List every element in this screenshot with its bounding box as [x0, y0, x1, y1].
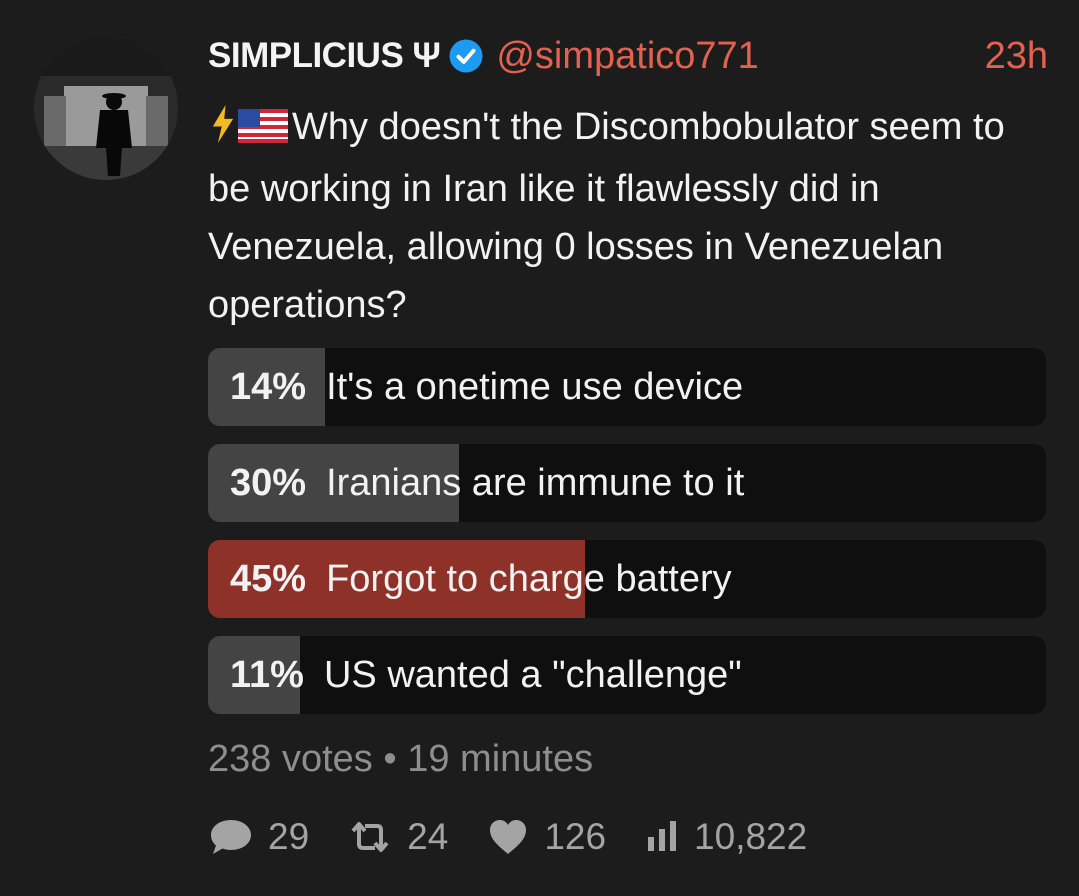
post-timestamp[interactable]: 23h	[985, 35, 1048, 78]
poll-option-label: US wanted a "challenge"	[323, 653, 742, 696]
poll-option-content: 30% Iranians are immune to it	[208, 444, 1046, 522]
poll-option-percent: 45%	[230, 557, 307, 600]
poll-option-percent: 14%	[230, 365, 307, 408]
poll-option[interactable]: 14% It's a onetime use device	[208, 348, 1046, 426]
poll-option-label: It's a onetime use device	[326, 365, 744, 408]
poll-option-content: 14% It's a onetime use device	[208, 348, 1046, 426]
poll-meta: 238 votes • 19 minutes	[208, 738, 593, 781]
poll-option-percent: 30%	[230, 461, 307, 504]
poll-option[interactable]: 11% US wanted a "challenge"	[208, 636, 1046, 714]
avatar-image	[34, 36, 178, 180]
us-flag-emoji-icon	[238, 102, 288, 160]
verified-badge-icon	[448, 38, 484, 74]
poll-time-remaining: 19 minutes	[407, 738, 594, 780]
author-handle[interactable]: @simpatico771	[496, 35, 758, 78]
like-button[interactable]: 126	[486, 816, 606, 858]
comment-icon	[211, 820, 251, 854]
poll-option-percent: 11%	[230, 653, 304, 696]
avatar[interactable]	[34, 36, 178, 180]
poll-option[interactable]: 45% Forgot to charge battery	[208, 540, 1046, 618]
views-button[interactable]: 10,822	[644, 816, 807, 858]
reply-button[interactable]: 29	[208, 816, 309, 858]
repost-icon	[351, 822, 389, 852]
view-count: 10,822	[694, 816, 808, 857]
poll-option-content: 11% US wanted a "challenge"	[208, 636, 1046, 714]
author-name[interactable]: SIMPLICIUS Ψ	[208, 36, 441, 76]
like-count: 126	[544, 816, 607, 857]
poll-votes: 238 votes	[208, 738, 373, 780]
reply-count: 29	[268, 816, 310, 857]
post-header: SIMPLICIUS Ψ @simpatico771 23h	[208, 30, 1048, 82]
poll-option-content: 45% Forgot to charge battery	[208, 540, 1046, 618]
repost-button[interactable]: 24	[347, 816, 448, 858]
post-text: Why doesn't the Discombobulator seem to …	[208, 98, 1028, 334]
poll-option-label: Iranians are immune to it	[326, 461, 745, 504]
post-actions: 29 24 126 10,822	[208, 812, 845, 862]
post-body: Why doesn't the Discombobulator seem to …	[208, 106, 1005, 326]
repost-count: 24	[407, 816, 449, 857]
poll-option[interactable]: 30% Iranians are immune to it	[208, 444, 1046, 522]
poll-separator: •	[383, 738, 397, 780]
heart-icon	[490, 820, 527, 854]
lightning-emoji-icon	[208, 102, 238, 160]
poll-option-label: Forgot to charge battery	[326, 557, 732, 600]
poll: 14% It's a onetime use device 30% Iranians …	[208, 348, 1046, 732]
bar-chart-icon	[648, 821, 677, 851]
